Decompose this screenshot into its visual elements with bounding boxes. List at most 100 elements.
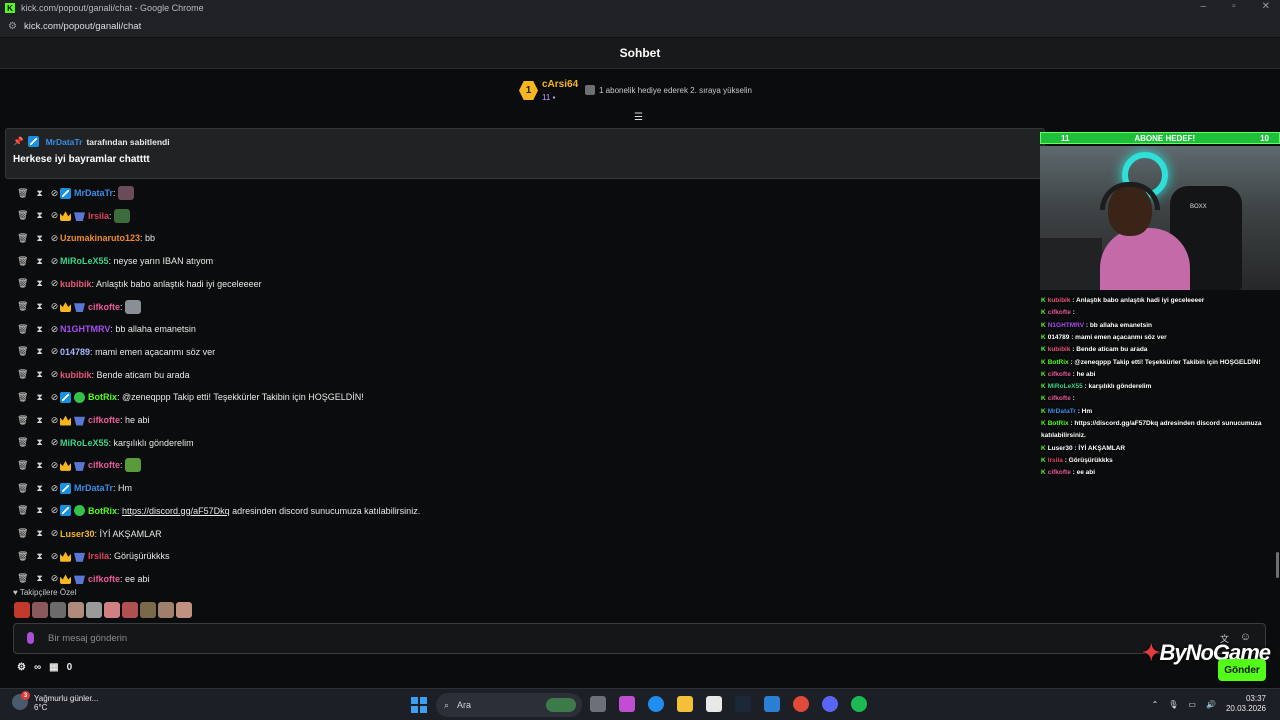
timeout-icon[interactable]: ⧗ — [36, 483, 42, 494]
timeout-icon[interactable]: ⧗ — [36, 505, 42, 516]
timeout-icon[interactable]: ⧗ — [36, 392, 42, 403]
task-view-icon[interactable] — [590, 696, 606, 712]
ban-icon[interactable]: ⊘ — [51, 528, 59, 539]
delete-icon[interactable]: 🗑 — [17, 437, 28, 448]
chat-message[interactable]: 🗑 ⧗ ⊘ kubibik: Bende aticam bu arada — [17, 367, 190, 383]
site-settings-icon[interactable]: ⚙ — [8, 21, 17, 32]
chat-message[interactable]: 🗑 ⧗ ⊘ MrDataTr: Hm — [17, 480, 132, 496]
chat-message[interactable]: 🗑 ⧗ ⊘ cifkofte: — [17, 457, 141, 473]
url-text[interactable]: kick.com/popout/ganali/chat — [24, 21, 141, 32]
ban-icon[interactable]: ⊘ — [51, 324, 59, 335]
timeout-icon[interactable]: ⧗ — [36, 210, 42, 221]
timeout-icon[interactable]: ⧗ — [36, 437, 42, 448]
settings-icon[interactable]: ⚙ — [17, 662, 26, 673]
chat-username[interactable]: MrDataTr — [74, 483, 113, 493]
timeout-icon[interactable]: ⧗ — [36, 301, 42, 312]
ban-icon[interactable]: ⊘ — [51, 233, 59, 244]
store-app-icon[interactable] — [706, 696, 722, 712]
delete-icon[interactable]: 🗑 — [17, 573, 28, 584]
copilot-icon[interactable] — [619, 696, 635, 712]
emote-icon[interactable] — [113, 208, 130, 223]
delete-icon[interactable]: 🗑 — [17, 460, 28, 471]
chat-username[interactable]: 014789 — [60, 347, 90, 357]
emote-icon[interactable] — [104, 602, 120, 618]
chat-message[interactable]: 🗑 ⧗ ⊘ Irsila: Görüşürükkks — [17, 548, 170, 564]
chat-message[interactable]: 🗑 ⧗ ⊘ MrDataTr: — [17, 185, 134, 201]
chat-message[interactable]: 🗑 ⧗ ⊘ Luser30: İYİ AKŞAMLAR — [17, 526, 162, 542]
chat-username[interactable]: MrDataTr — [74, 188, 113, 198]
chat-message[interactable]: 🗑 ⧗ ⊘ MiRoLeX55: karşılıklı gönderelim — [17, 435, 194, 451]
maximize-button[interactable]: ▫ — [1232, 1, 1236, 12]
timeout-icon[interactable]: ⧗ — [36, 460, 42, 471]
emote-icon[interactable] — [124, 458, 141, 473]
chat-username[interactable]: MiRoLeX55 — [60, 438, 109, 448]
chat-input[interactable]: Bir mesaj gönderin 文 ☺ — [13, 623, 1266, 654]
delete-icon[interactable]: 🗑 — [17, 256, 28, 267]
ban-icon[interactable]: ⊘ — [51, 437, 59, 448]
chat-username[interactable]: MiRoLeX55 — [60, 256, 109, 266]
chat-message[interactable]: 🗑 ⧗ ⊘ N1GHTMRV: bb allaha emanetsin — [17, 321, 196, 337]
delete-icon[interactable]: 🗑 — [17, 369, 28, 380]
timeout-icon[interactable]: ⧗ — [36, 346, 42, 357]
chrome-icon[interactable] — [793, 696, 809, 712]
store-icon[interactable]: ▦ — [49, 662, 58, 673]
delete-icon[interactable]: 🗑 — [17, 528, 28, 539]
address-bar[interactable]: ⚙ kick.com/popout/ganali/chat — [0, 16, 1280, 38]
discord-icon[interactable] — [822, 696, 838, 712]
chat-message[interactable]: 🗑 ⧗ ⊘ cifkofte: he abi — [17, 412, 150, 428]
delete-icon[interactable]: 🗑 — [17, 415, 28, 426]
send-button[interactable]: Gönder — [1218, 659, 1266, 681]
timeout-icon[interactable]: ⧗ — [36, 415, 42, 426]
chat-username[interactable]: kubibik — [60, 279, 92, 289]
weather-widget[interactable]: 3 Yağmurlu günler... 6°C — [12, 691, 98, 712]
delete-icon[interactable]: 🗑 — [17, 505, 28, 516]
chat-username[interactable]: kubibik — [60, 370, 92, 380]
timeout-icon[interactable]: ⧗ — [36, 256, 42, 267]
emote-icon[interactable] — [176, 602, 192, 618]
ban-icon[interactable]: ⊘ — [51, 551, 59, 562]
chat-username[interactable]: N1GHTMRV — [60, 324, 110, 334]
timeout-icon[interactable]: ⧗ — [36, 233, 42, 244]
delete-icon[interactable]: 🗑 — [17, 278, 28, 289]
chat-message[interactable]: 🗑 ⧗ ⊘ cifkofte: — [17, 299, 141, 315]
chat-message[interactable]: 🗑 ⧗ ⊘ 014789: mami emen açacanmı söz ver — [17, 344, 215, 360]
chat-message[interactable]: 🗑 ⧗ ⊘ MiRoLeX55: neyse yarın IBAN atıyom — [17, 253, 213, 269]
ban-icon[interactable]: ⊘ — [51, 369, 59, 380]
timeout-icon[interactable]: ⧗ — [36, 528, 42, 539]
timeout-icon[interactable]: ⧗ — [36, 324, 42, 335]
chat-username[interactable]: Luser30 — [60, 529, 95, 539]
chat-username[interactable]: Irsila — [88, 551, 109, 561]
clock[interactable]: 03:37 20.03.2026 — [1226, 694, 1266, 714]
chat-message[interactable]: 🗑 ⧗ ⊘ kubibik: Anlaştık babo anlaştık hadi … — [17, 276, 262, 292]
timeout-icon[interactable]: ⧗ — [36, 573, 42, 584]
ban-icon[interactable]: ⊘ — [51, 573, 59, 584]
start-button[interactable] — [411, 697, 427, 713]
pinned-message[interactable]: 📌 MrDataTr tarafından sabitlendi Herkese… — [5, 128, 1045, 179]
ban-icon[interactable]: ⊘ — [51, 346, 59, 357]
infinity-icon[interactable]: ∞ — [34, 662, 41, 673]
microphone-tray-icon[interactable]: 🎙 — [1168, 700, 1178, 709]
delete-icon[interactable]: 🗑 — [17, 551, 28, 562]
ban-icon[interactable]: ⊘ — [51, 460, 59, 471]
spotify-icon[interactable] — [851, 696, 867, 712]
chat-username[interactable]: Uzumakinaruto123 — [60, 233, 140, 243]
chat-username[interactable]: BotRix — [88, 506, 117, 516]
chevron-up-icon[interactable]: ⌃ — [1152, 700, 1159, 709]
timeout-icon[interactable]: ⧗ — [36, 551, 42, 562]
ban-icon[interactable]: ⊘ — [51, 256, 59, 267]
expand-menu-icon[interactable]: ☰ — [634, 112, 643, 123]
emote-icon[interactable] — [50, 602, 66, 618]
mail-icon[interactable] — [764, 696, 780, 712]
ban-icon[interactable]: ⊘ — [51, 483, 59, 494]
display-icon[interactable]: ▭ — [1188, 700, 1196, 709]
gift-promo[interactable]: 1 abonelik hediye ederek 2. sıraya yükse… — [585, 85, 752, 95]
timeout-icon[interactable]: ⧗ — [36, 278, 42, 289]
emote-icon[interactable] — [14, 602, 30, 618]
delete-icon[interactable]: 🗑 — [17, 483, 28, 494]
ban-icon[interactable]: ⊘ — [51, 188, 59, 199]
emote-icon[interactable] — [124, 299, 141, 314]
timeout-icon[interactable]: ⧗ — [36, 188, 42, 199]
delete-icon[interactable]: 🗑 — [17, 346, 28, 357]
emote-icon[interactable] — [32, 602, 48, 618]
ban-icon[interactable]: ⊘ — [51, 505, 59, 516]
